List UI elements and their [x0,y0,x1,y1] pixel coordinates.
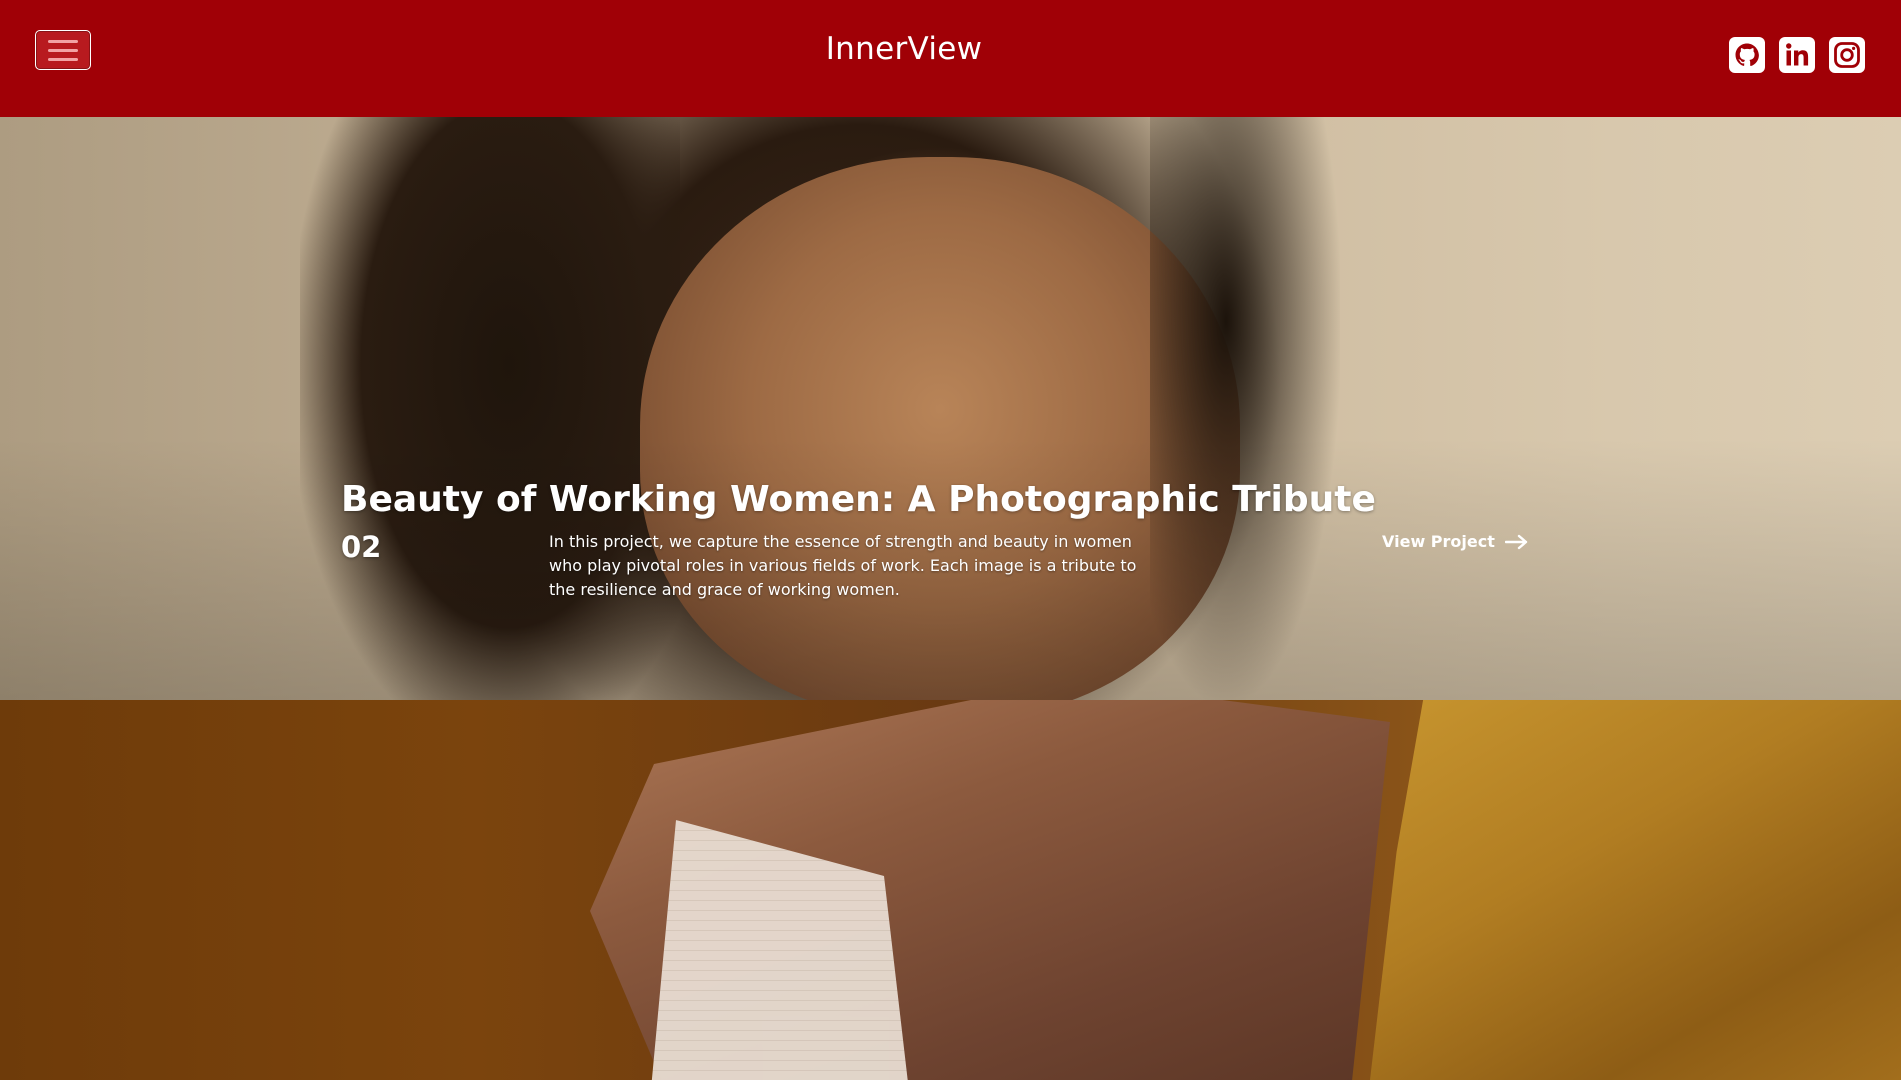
instagram-link[interactable] [1829,37,1865,73]
next-photo-gold-fabric [1370,700,1901,1080]
hero-photo-shade [0,117,1901,700]
arrow-right-icon [1504,534,1528,550]
project-title: Beauty of Working Women: A Photographic … [341,479,1376,520]
top-navbar: InnerView [0,0,1901,117]
project-description: In this project, we capture the essence … [549,532,1137,599]
github-link[interactable] [1729,37,1765,73]
brand-title[interactable]: InnerView [0,31,1808,67]
linkedin-icon [1779,37,1815,73]
project-info: Beauty of Working Women: A Photographic … [341,478,1541,599]
github-icon [1729,37,1765,73]
project-number: 02 [341,530,382,564]
social-links [1729,37,1865,73]
project-hero-image [0,117,1901,700]
next-project-image [0,700,1901,1080]
instagram-icon [1829,37,1865,73]
linkedin-link[interactable] [1779,37,1815,73]
view-project-link[interactable]: View Project [1382,530,1529,554]
view-project-label: View Project [1382,532,1495,551]
